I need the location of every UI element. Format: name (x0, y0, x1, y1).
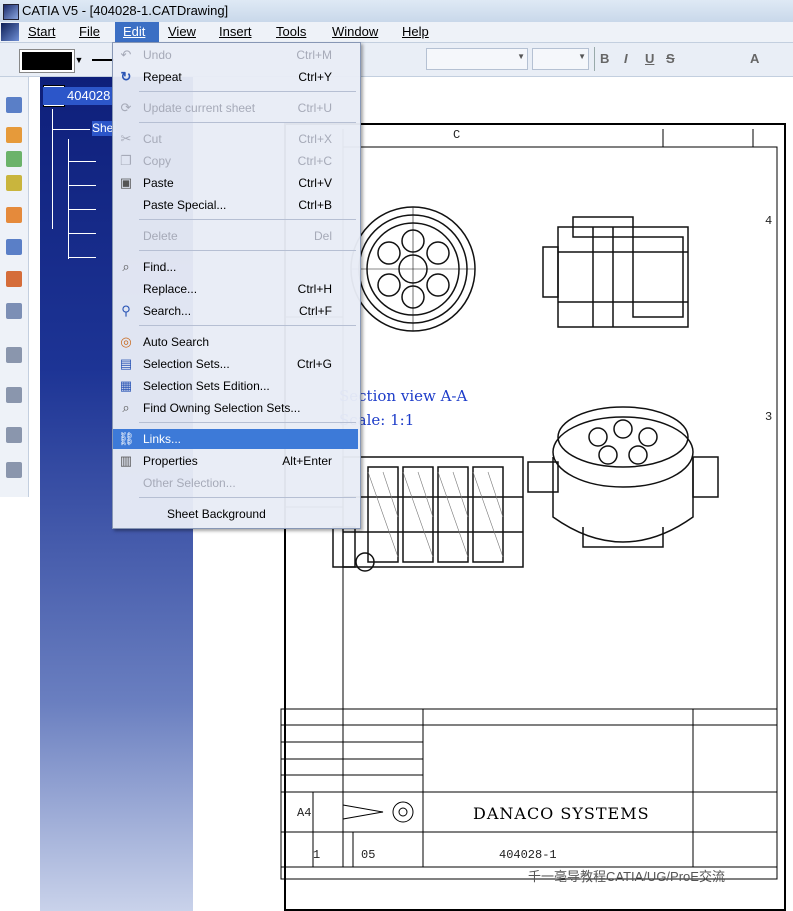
selection-sets-icon: ▤ (119, 356, 133, 371)
zone-label-row: 3 (765, 410, 773, 424)
underline-button[interactable]: U (645, 51, 654, 66)
menu-item-cut[interactable]: ✂ Cut Ctrl+X (113, 129, 358, 149)
grid-icon[interactable] (6, 97, 22, 113)
toolbar-separator (594, 47, 595, 71)
menu-start[interactable]: Start (24, 24, 59, 40)
menu-item-copy[interactable]: ❐ Copy Ctrl+C (113, 151, 358, 171)
italic-button[interactable]: I (624, 51, 628, 66)
annotation-icon[interactable] (6, 207, 22, 223)
menu-item-find-owning-selection-sets[interactable]: ⌕ Find Owning Selection Sets... (113, 398, 358, 418)
menu-item-search[interactable]: ⚲ Search... Ctrl+F (113, 301, 358, 321)
title-block-sheet-size: A4 (297, 806, 312, 820)
menu-item-replace[interactable]: Replace... Ctrl+H (113, 279, 358, 299)
menu-separator (139, 122, 356, 123)
menu-window[interactable]: Window (328, 24, 382, 40)
text-format-button[interactable]: A (750, 51, 759, 66)
menu-edit[interactable]: Edit (115, 22, 159, 42)
update-icon: ⟳ (120, 100, 132, 115)
menu-separator (139, 325, 356, 326)
cut-icon: ✂ (120, 131, 132, 146)
find-owning-icon: ⌕ (122, 400, 130, 415)
line-color-swatch[interactable] (19, 49, 75, 73)
dress-up-icon[interactable] (6, 303, 22, 319)
tree-connector (68, 139, 69, 259)
analysis-icon[interactable] (6, 427, 22, 443)
title-block-part-number: 404028-1 (499, 848, 557, 862)
menu-item-links[interactable]: ⛓ Links... (113, 429, 358, 449)
menu-insert[interactable]: Insert (215, 24, 256, 40)
zone-label-row: 4 (765, 214, 773, 228)
menu-item-auto-search[interactable]: ◎ Auto Search (113, 332, 358, 352)
window-title: CATIA V5 - [404028-1.CATDrawing] (22, 3, 229, 18)
measure-icon[interactable] (6, 347, 22, 363)
menu-help[interactable]: Help (398, 24, 433, 40)
menu-bar: Start File Edit View Insert Tools Window… (0, 22, 793, 43)
view-icon[interactable] (6, 151, 22, 167)
title-block-weight: 05 (361, 848, 376, 862)
sheet-icon[interactable] (6, 127, 22, 143)
tree-connector (52, 129, 90, 130)
menu-view[interactable]: View (164, 24, 200, 40)
menu-tools[interactable]: Tools (272, 24, 310, 40)
line-color-dropdown-icon[interactable]: ▼ (72, 50, 86, 70)
dimension-icon[interactable] (6, 175, 22, 191)
menu-item-selection-sets[interactable]: ▤ Selection Sets... Ctrl+G (113, 354, 358, 374)
selection-sets-edition-icon: ▦ (119, 378, 133, 393)
font-size-select[interactable]: ▼ (532, 48, 589, 70)
tree-connector (68, 209, 96, 210)
menu-item-repeat[interactable]: ↻ Repeat Ctrl+Y (113, 67, 358, 87)
auto-search-icon: ◎ (120, 334, 132, 349)
tools-icon[interactable] (6, 387, 22, 403)
menu-item-other-selection[interactable]: Other Selection... (113, 473, 358, 493)
menu-item-selection-sets-edition[interactable]: ▦ Selection Sets Edition... (113, 376, 358, 396)
menu-item-update-current-sheet[interactable]: ⟳ Update current sheet Ctrl+U (113, 98, 358, 118)
menu-separator (139, 91, 356, 92)
watermark-text: 千一毫导教程CATIA/UG/ProE交流 (528, 869, 725, 884)
menu-file[interactable]: File (75, 24, 104, 40)
window-title-bar: CATIA V5 - [404028-1.CATDrawing] (0, 0, 793, 23)
links-icon: ⛓ (118, 431, 135, 446)
left-vertical-toolbar (0, 77, 29, 497)
zone-label-top: C (453, 128, 461, 142)
properties-icon: ▥ (119, 453, 133, 468)
strikethrough-button[interactable]: S (666, 51, 675, 66)
menu-separator (139, 219, 356, 220)
menu-item-undo[interactable]: ↶ Undo Ctrl+M (113, 45, 358, 65)
tree-connector (68, 257, 96, 258)
catia-menu-icon[interactable] (1, 23, 19, 41)
table-icon[interactable] (6, 239, 22, 255)
find-icon: ⌕ (122, 259, 130, 274)
tree-connector (68, 233, 96, 234)
copy-icon: ❐ (120, 153, 132, 168)
bold-button[interactable]: B (600, 51, 609, 66)
menu-item-delete[interactable]: Delete Del (113, 226, 358, 246)
geometry-icon[interactable] (6, 271, 22, 287)
paste-icon: ▣ (119, 175, 133, 190)
tree-connector (52, 109, 53, 229)
menu-item-find[interactable]: ⌕ Find... (113, 257, 358, 277)
undo-icon: ↶ (120, 47, 132, 62)
line-thickness-icon[interactable] (92, 59, 114, 61)
tree-connector (68, 161, 96, 162)
repeat-icon: ↻ (120, 69, 132, 84)
menu-separator (139, 497, 356, 498)
title-block-company: DANACO SYSTEMS (473, 804, 650, 823)
tree-connector (68, 185, 96, 186)
menu-separator (139, 422, 356, 423)
title-block-scale: 1 (313, 848, 321, 862)
menu-separator (139, 250, 356, 251)
edit-dropdown-menu: ↶ Undo Ctrl+M ↻ Repeat Ctrl+Y ⟳ Update c… (112, 42, 361, 529)
tree-root-node[interactable]: 404028 (43, 87, 113, 105)
generate-icon[interactable] (6, 462, 22, 478)
menu-item-paste[interactable]: ▣ Paste Ctrl+V (113, 173, 358, 193)
menu-item-properties[interactable]: ▥ Properties Alt+Enter (113, 451, 358, 471)
search-icon: ⚲ (121, 303, 131, 318)
font-name-select[interactable]: ▼ (426, 48, 528, 70)
menu-item-sheet-background[interactable]: Sheet Background (113, 504, 358, 524)
menu-item-paste-special[interactable]: Paste Special... Ctrl+B (113, 195, 358, 215)
catia-app-icon (3, 4, 19, 20)
